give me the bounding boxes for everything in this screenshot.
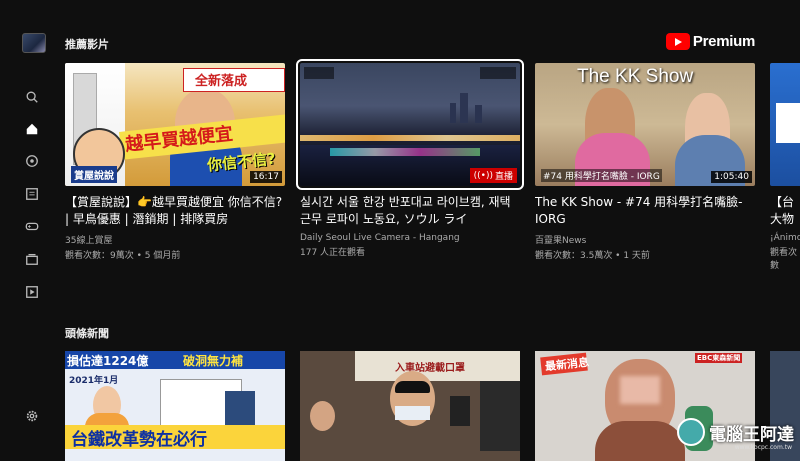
news-channel: EBC東森新聞 (695, 353, 743, 363)
watermark-text: 電腦王阿達 (709, 424, 794, 445)
video-title: The KK Show - #74 用科學打名嘴臉-IORG (535, 195, 743, 226)
settings-icon[interactable] (24, 408, 40, 424)
video-title: 실시간 서울 한강 반포대교 라이브캠, 재택근무 로파이 노동요, ソウル ラ… (300, 195, 511, 226)
video-card[interactable]: 全新落成 越早買越便宜 你信不信? 賞屋說說 16:17 【賞屋說說】👉越早買越… (65, 63, 285, 261)
news-headline-text: 台鐵改革勢在必行 (71, 430, 207, 450)
live-icon: ((•)) (473, 170, 493, 181)
video-channel: 百靈果News (535, 236, 587, 246)
watermark: 電腦王阿達 (677, 418, 794, 446)
news-thumbnail[interactable]: 入車站避載口罩 (300, 351, 520, 461)
video-meta: 177 人正在觀看 (300, 248, 366, 258)
playlist-icon[interactable] (24, 284, 40, 300)
video-card[interactable]: The KK Show #74 用科學打名嘴臉 - IORG 1:05:40 T… (535, 63, 755, 261)
video-card[interactable]: 【台大物 ¡Ánimo 觀看次數 (770, 63, 800, 271)
thumbnail-text: #74 用科學打名嘴臉 - IORG (541, 169, 662, 182)
search-icon[interactable] (24, 89, 40, 105)
video-duration: 16:17 (250, 171, 282, 183)
video-duration: 1:05:40 (711, 171, 752, 183)
video-channel: 35線上賞屋 (65, 236, 113, 246)
live-badge: ((•)) 直播 (469, 168, 517, 183)
news-date-text: 2021年1月 (69, 376, 119, 386)
news-banner-text: 破洞無力補 (183, 354, 244, 368)
section-title-headlines: 頭條新聞 (65, 327, 109, 340)
section-title-recommended: 推薦影片 (65, 38, 109, 51)
gaming-icon[interactable] (24, 218, 40, 234)
thumbnail-text: The KK Show (577, 66, 694, 87)
video-title: 【台大物 (770, 195, 795, 226)
video-card[interactable]: ((•)) 直播 실시간 서울 한강 반포대교 라이브캠, 재택근무 로파이 노… (296, 59, 524, 258)
watermark-logo-icon (677, 418, 705, 446)
explore-icon[interactable] (24, 153, 40, 169)
youtube-icon (665, 33, 690, 50)
premium-label: Premium (692, 33, 755, 50)
video-meta: 觀看次數：3.5萬次 • 1 天前 (535, 251, 650, 261)
account-avatar[interactable] (22, 33, 46, 53)
thumbnail-text: 賞屋說說 (71, 166, 117, 183)
news-badge: 最新消息 (544, 355, 590, 374)
thumbnail-text: 全新落成 (195, 74, 248, 89)
video-meta: 觀看次數：9萬次 • 5 個月前 (65, 251, 181, 261)
news-banner-text: 損估達1224億 (67, 354, 149, 368)
home-icon[interactable] (24, 121, 40, 137)
sidebar (0, 0, 60, 450)
youtube-premium-logo: Premium (665, 33, 755, 50)
subscriptions-icon[interactable] (24, 186, 40, 202)
video-channel: Daily Seoul Live Camera - Hangang (300, 233, 460, 243)
library-icon[interactable] (24, 251, 40, 267)
video-thumbnail (770, 63, 800, 186)
video-thumbnail: The KK Show #74 用科學打名嘴臉 - IORG 1:05:40 (535, 63, 755, 186)
video-thumbnail: ((•)) 直播 (296, 59, 524, 190)
video-channel: ¡Ánimo (770, 233, 800, 243)
video-title: 【賞屋說說】👉越早買越便宜 你信不信? | 早鳥優惠 | 潛銷期 | 排隊買房 (65, 195, 283, 226)
news-thumbnail[interactable]: 損估達1224億 破洞無力補 2021年1月 台鐵改革勢在必行 (65, 351, 285, 461)
video-thumbnail: 全新落成 越早買越便宜 你信不信? 賞屋說說 16:17 (65, 63, 285, 186)
live-label: 直播 (494, 172, 513, 182)
video-meta: 觀看次數 (770, 248, 798, 271)
